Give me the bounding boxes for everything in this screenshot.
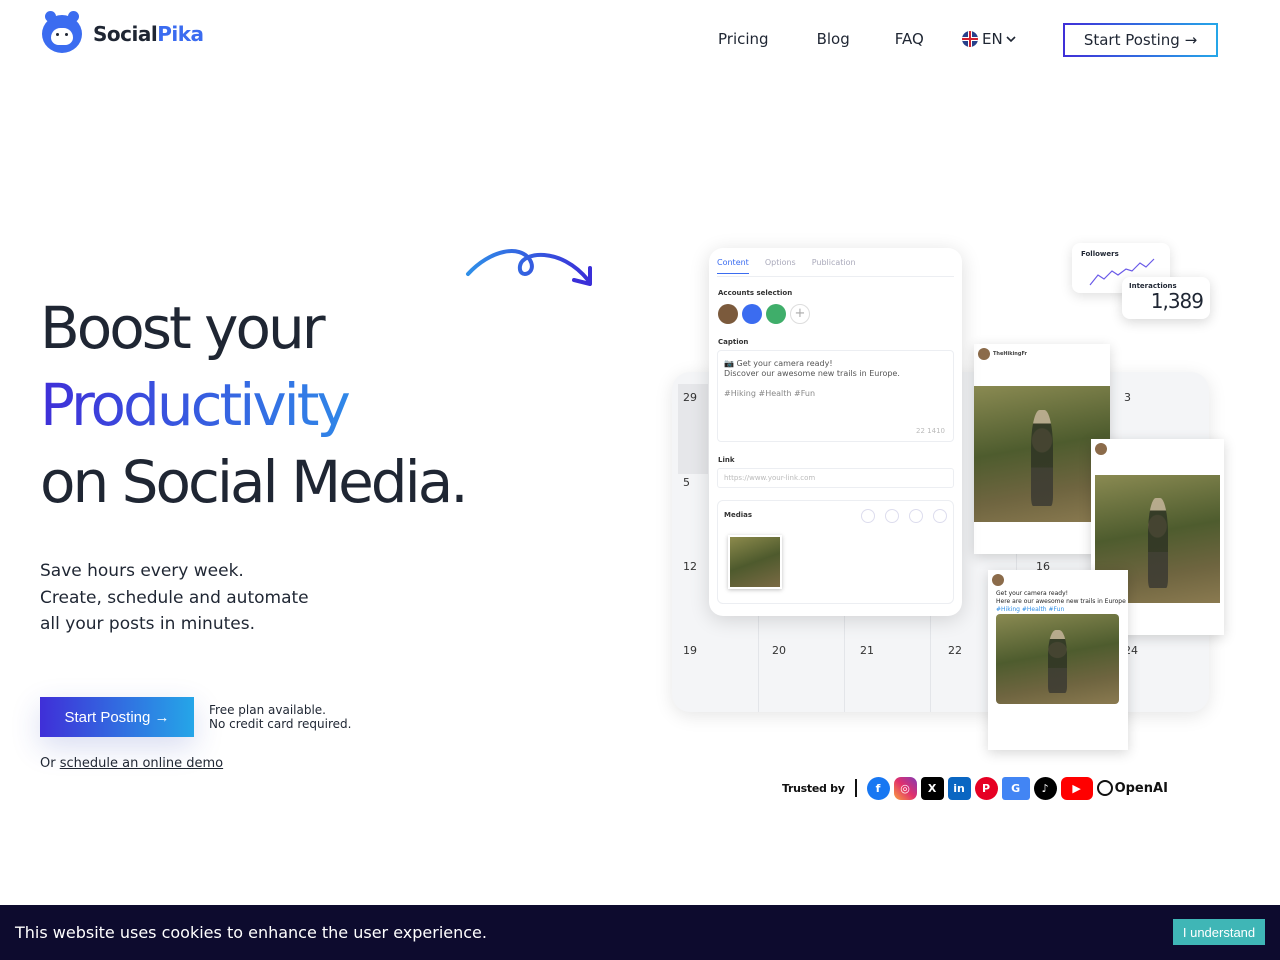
caption-hashtags: #Hiking #Health #Fun (724, 389, 816, 398)
openai-icon (1096, 780, 1113, 796)
link-field: https://www.your-link.com (717, 468, 954, 488)
caption-line2: Discover our awesome new trails in Europ… (724, 369, 900, 378)
add-account-icon: + (790, 304, 810, 324)
language-selector[interactable]: EN (962, 30, 1017, 48)
free-plan-note: Free plan available. (209, 703, 326, 717)
account-avatars: + (718, 304, 814, 324)
editor-tabs: Content Options Publication (717, 258, 872, 274)
hero-title-line3: on Social Media. (40, 448, 469, 516)
cookie-banner: This website uses cookies to enhance the… (0, 905, 1280, 960)
medias-box: Medias (717, 500, 954, 604)
tab-options: Options (764, 258, 796, 267)
calendar-day: 5 (683, 476, 690, 489)
hero-subtitle-line2: Create, schedule and automate (40, 587, 309, 608)
schedule-demo-link[interactable]: schedule an online demo (60, 756, 223, 771)
nav-links: Pricing Blog FAQ (718, 30, 924, 48)
google-business-icon: G (1001, 776, 1030, 800)
post-editor-mockup: Content Options Publication Accounts sel… (709, 248, 962, 616)
chevron-down-icon (1006, 36, 1016, 43)
instagram-icon: ◎ (893, 776, 917, 800)
hero-subtitle-line1: Save hours every week. (40, 561, 244, 581)
facebook-post-preview: TheHikingFr (974, 344, 1110, 554)
tab-publication: Publication (811, 258, 856, 267)
cookie-text: This website uses cookies to enhance the… (15, 923, 487, 942)
calendar-day: 21 (860, 644, 874, 657)
avatar (718, 304, 738, 324)
nav-link-pricing[interactable]: Pricing (718, 30, 769, 48)
media-thumbnail (728, 535, 782, 589)
language-label: EN (982, 30, 1003, 48)
interactions-value: 1,389 (1150, 289, 1204, 313)
hero-title-line1: Boost your (40, 294, 326, 362)
openai-label: OpenAI (1114, 780, 1168, 796)
cta-note: Free plan available. No credit card requ… (209, 703, 351, 731)
medias-label: Medias (724, 511, 753, 519)
calendar-day: 22 (948, 644, 962, 657)
calendar-day: 20 (772, 644, 786, 657)
uk-flag-icon (962, 31, 978, 47)
caption-line1: 📷 Get your camera ready! (724, 359, 833, 368)
openai-logo: OpenAI (1096, 780, 1168, 796)
avatar (742, 304, 762, 324)
tab-content: Content (717, 258, 749, 274)
calendar-day: 12 (683, 560, 697, 573)
decorative-arrow-icon (466, 249, 592, 286)
cookie-accept-button[interactable]: I understand (1173, 919, 1265, 945)
calendar-day: 19 (683, 644, 697, 657)
tweet-hashtags: #Hiking #Health #Fun (996, 606, 1065, 613)
top-navigation: SocialPika Pricing Blog FAQ EN Start Pos… (0, 0, 1280, 80)
nav-start-posting-button[interactable]: Start Posting → (1063, 23, 1218, 57)
pinterest-icon: P (974, 776, 998, 800)
hero-subtitle-line3: all your posts in minutes. (40, 614, 255, 634)
interactions-card: Interactions 1,389 (1122, 277, 1210, 319)
brand-name: SocialPika (93, 22, 204, 46)
tweet-text-line2: Here are our awesome new trails in Europ… (996, 598, 1126, 605)
accounts-label: Accounts selection (718, 289, 793, 297)
hero-title-line2: Productivity (40, 367, 466, 444)
demo-line: Or schedule an online demo (40, 756, 223, 771)
youtube-icon: ▶ (1060, 776, 1093, 800)
calendar-day: 29 (683, 391, 697, 404)
demo-prefix: Or (40, 756, 60, 771)
post-author: TheHikingFr (993, 351, 1027, 357)
hero-title: Boost your Productivity on Social Media. (40, 290, 469, 521)
calendar-day: 3 (1124, 391, 1131, 404)
link-label: Link (718, 456, 735, 464)
no-credit-card-note: No credit card required. (209, 717, 352, 731)
trusted-label: Trusted by (782, 781, 845, 795)
tweet-text-line1: Get your camera ready! (996, 590, 1069, 597)
hero-start-posting-button[interactable]: Start Posting → (40, 697, 194, 737)
twitter-post-preview: Get your camera ready! Here are our awes… (988, 570, 1128, 750)
caption-label: Caption (718, 338, 749, 346)
nav-link-faq[interactable]: FAQ (895, 30, 924, 48)
avatar (766, 304, 786, 324)
trusted-by: Trusted by f ◎ X in P G ♪ ▶ OpenAI (782, 776, 1168, 800)
facebook-icon: f (866, 776, 890, 800)
hero-subtitle: Save hours every week. Create, schedule … (40, 558, 309, 638)
logo[interactable]: SocialPika (42, 11, 204, 53)
tiktok-icon: ♪ (1033, 776, 1057, 800)
pika-logo-icon (42, 11, 82, 53)
x-icon: X (920, 776, 944, 800)
linkedin-icon: in (947, 776, 971, 800)
nav-link-blog[interactable]: Blog (817, 30, 850, 48)
caption-box: 📷 Get your camera ready! Discover our aw… (717, 350, 954, 442)
caption-counter: 22 1410 (916, 427, 945, 435)
